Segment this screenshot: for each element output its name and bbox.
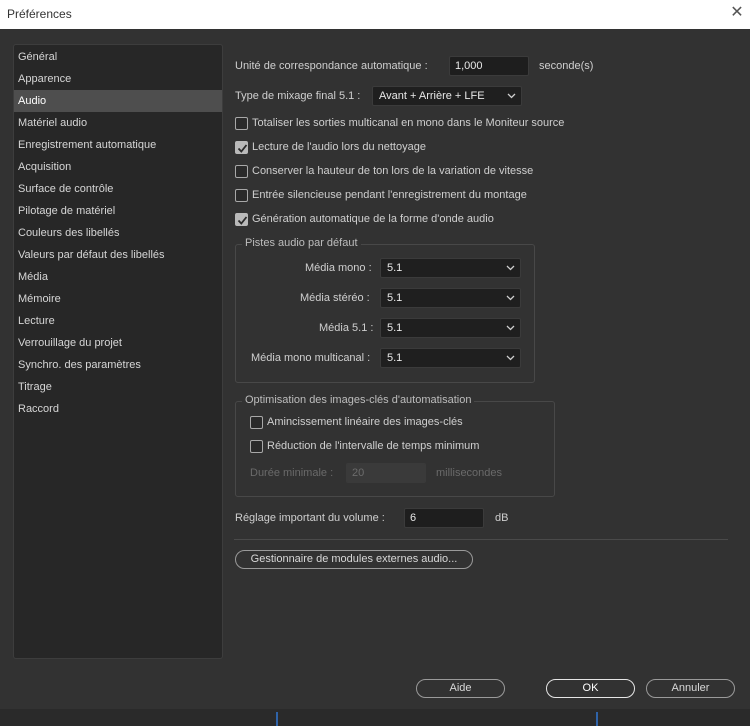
mono-media-dropdown[interactable]: 5.1 <box>380 258 521 278</box>
auto-match-label: Unité de correspondance automatique : <box>235 60 428 72</box>
keyframe-optimization-title: Optimisation des images-clés d'automatis… <box>242 394 475 406</box>
multichannel-mono-label: Média mono multicanal : <box>251 352 371 364</box>
ok-button[interactable]: OK <box>546 679 635 698</box>
mute-input-checkbox[interactable] <box>235 189 248 202</box>
sum-mono-label: Totaliser les sorties multicanal en mono… <box>252 117 565 129</box>
close-icon[interactable]: ✕ <box>728 3 746 23</box>
volume-adjust-label: Réglage important du volume : <box>235 512 385 524</box>
chevron-down-icon <box>506 325 515 331</box>
media-51-value: 5.1 <box>387 322 403 334</box>
min-duration-field: 20 <box>346 463 426 483</box>
mute-input-label: Entrée silencieuse pendant l'enregistrem… <box>252 189 527 201</box>
help-button[interactable]: Aide <box>416 679 505 698</box>
sidebar-item-device-control[interactable]: Pilotage de matériel <box>14 200 222 222</box>
chevron-down-icon <box>506 295 515 301</box>
background-timeline-strip <box>0 709 750 726</box>
mono-media-label: Média mono : <box>305 262 372 274</box>
scrub-audio-label: Lecture de l'audio lors du nettoyage <box>252 141 426 153</box>
preferences-sidebar: Général Apparence Audio Matériel audio E… <box>13 44 223 659</box>
section-divider <box>234 539 728 540</box>
auto-match-unit: seconde(s) <box>539 60 594 72</box>
volume-adjust-field[interactable]: 6 <box>404 508 484 528</box>
linear-thinning-checkbox[interactable] <box>250 416 263 429</box>
stereo-media-dropdown[interactable]: 5.1 <box>380 288 521 308</box>
sidebar-item-sync-settings[interactable]: Synchro. des paramètres <box>14 354 222 376</box>
auto-match-field[interactable]: 1,000 <box>449 56 529 76</box>
stereo-media-value: 5.1 <box>387 292 403 304</box>
sidebar-item-project-locking[interactable]: Verrouillage du projet <box>14 332 222 354</box>
sidebar-item-titler[interactable]: Titrage <box>14 376 222 398</box>
sidebar-item-media[interactable]: Média <box>14 266 222 288</box>
sidebar-item-general[interactable]: Général <box>14 46 222 68</box>
sidebar-item-capture[interactable]: Acquisition <box>14 156 222 178</box>
sidebar-item-label-defaults[interactable]: Valeurs par défaut des libellés <box>14 244 222 266</box>
scrub-audio-checkbox[interactable] <box>235 141 248 154</box>
sidebar-item-playback[interactable]: Lecture <box>14 310 222 332</box>
window-titlebar: Préférences ✕ <box>0 0 750 29</box>
linear-thinning-label: Amincissement linéaire des images-clés <box>267 416 463 428</box>
sum-mono-checkbox[interactable] <box>235 117 248 130</box>
maintain-pitch-checkbox[interactable] <box>235 165 248 178</box>
cancel-button[interactable]: Annuler <box>646 679 735 698</box>
volume-adjust-unit: dB <box>495 512 509 524</box>
sidebar-item-memory[interactable]: Mémoire <box>14 288 222 310</box>
sidebar-item-trim[interactable]: Raccord <box>14 398 222 420</box>
final-mix-dropdown[interactable]: Avant + Arrière + LFE <box>372 86 522 106</box>
audio-plugin-manager-button[interactable]: Gestionnaire de modules externes audio..… <box>235 550 473 569</box>
multichannel-mono-value: 5.1 <box>387 352 403 364</box>
checkmark-icon <box>237 216 248 225</box>
multichannel-mono-dropdown[interactable]: 5.1 <box>380 348 521 368</box>
media-51-label: Média 5.1 : <box>319 322 374 334</box>
min-duration-unit: millisecondes <box>436 467 503 479</box>
sidebar-item-auto-save[interactable]: Enregistrement automatique <box>14 134 222 156</box>
min-interval-checkbox[interactable] <box>250 440 263 453</box>
default-tracks-title: Pistes audio par défaut <box>242 237 361 249</box>
checkmark-icon <box>237 144 248 153</box>
maintain-pitch-label: Conserver la hauteur de ton lors de la v… <box>252 165 534 177</box>
min-duration-label: Durée minimale : <box>250 467 334 479</box>
stereo-media-label: Média stéréo : <box>300 292 370 304</box>
sidebar-item-appearance[interactable]: Apparence <box>14 68 222 90</box>
mono-media-value: 5.1 <box>387 262 403 274</box>
min-interval-label: Réduction de l'intervalle de temps minim… <box>267 440 480 452</box>
timeline-marker <box>276 712 278 726</box>
chevron-down-icon <box>506 355 515 361</box>
chevron-down-icon <box>506 265 515 271</box>
final-mix-label: Type de mixage final 5.1 : <box>235 90 361 102</box>
auto-waveform-label: Génération automatique de la forme d'ond… <box>252 213 494 225</box>
sidebar-item-audio[interactable]: Audio <box>14 90 222 112</box>
chevron-down-icon <box>507 93 516 99</box>
sidebar-item-audio-hardware[interactable]: Matériel audio <box>14 112 222 134</box>
sidebar-item-control-surface[interactable]: Surface de contrôle <box>14 178 222 200</box>
final-mix-value: Avant + Arrière + LFE <box>379 90 485 102</box>
media-51-dropdown[interactable]: 5.1 <box>380 318 521 338</box>
sidebar-item-label-colors[interactable]: Couleurs des libellés <box>14 222 222 244</box>
window-title: Préférences <box>7 7 72 21</box>
timeline-marker <box>596 712 598 726</box>
auto-waveform-checkbox[interactable] <box>235 213 248 226</box>
